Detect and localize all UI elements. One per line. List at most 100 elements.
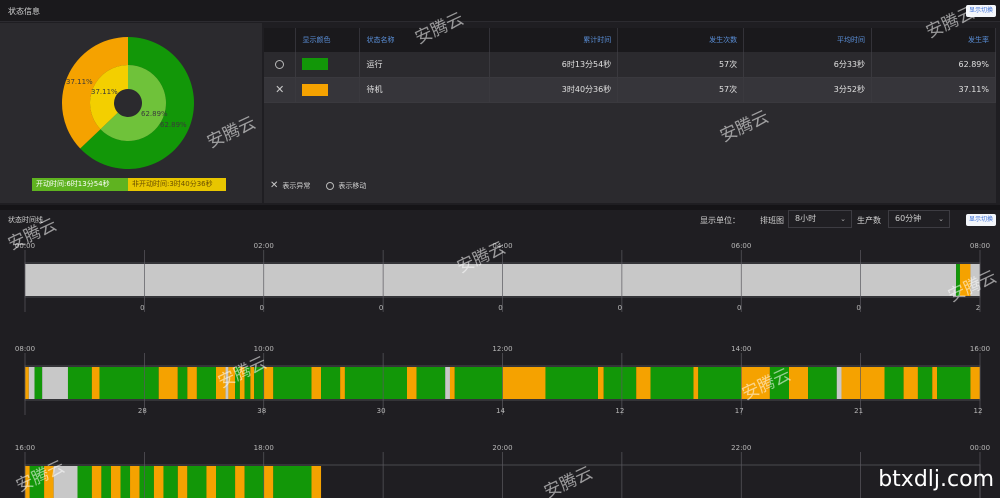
timeline-segment — [53, 466, 78, 498]
time-tick-label: 02:00 — [254, 242, 274, 250]
footer-abnormal-label: 表示异常 — [282, 181, 311, 190]
close-icon[interactable]: ✕ — [275, 83, 284, 96]
timeline-segment — [598, 367, 604, 399]
table-header-row: 显示颜色 状态名称 累计时间 发生次数 平均时间 发生率 — [264, 28, 996, 52]
footer-move-label: 表示移动 — [338, 181, 367, 190]
timeline-segment — [808, 367, 837, 399]
count-label: 30 — [377, 407, 386, 415]
timeline-segment — [28, 367, 35, 399]
timeline-segment — [836, 367, 842, 399]
sort-select-value: 8小时 — [795, 214, 817, 223]
timeline-segment — [340, 367, 345, 399]
timeline-segment — [177, 367, 188, 399]
timeline-segment — [884, 367, 904, 399]
table-footer: ✕ 表示异常 表示移动 — [270, 180, 366, 191]
timeline-segment — [698, 367, 742, 399]
sort-select[interactable]: 8小时 ⌄ — [788, 210, 852, 228]
time-tick-label: 16:00 — [15, 444, 35, 452]
timeline-segment — [741, 367, 770, 399]
table-row[interactable]: ✕ 待机 3时40分36秒 57次 3分52秒 37.11% — [264, 77, 996, 103]
table-row[interactable]: 运行 6时13分54秒 57次 6分33秒 62.89% — [264, 52, 996, 78]
pie-hole — [115, 90, 141, 116]
row-total: 3时40分36秒 — [489, 77, 619, 103]
timeline-segment — [163, 466, 178, 498]
chevron-down-icon: ⌄ — [938, 215, 944, 223]
timeline-segment — [693, 367, 699, 399]
status-toggle-button[interactable]: 显示切换 — [966, 5, 996, 17]
timeline-segment — [177, 466, 188, 498]
timeline-segment — [603, 367, 637, 399]
header-marker — [264, 28, 297, 52]
row-avg: 6分33秒 — [743, 52, 873, 78]
count-label: 0 — [618, 304, 622, 312]
chevron-down-icon: ⌄ — [840, 215, 846, 223]
header-color: 显示颜色 — [295, 28, 361, 52]
time-tick-label: 10:00 — [254, 345, 274, 353]
time-tick-label: 14:00 — [731, 345, 751, 353]
timeline-segment — [636, 367, 651, 399]
header-name: 状态名称 — [359, 28, 491, 52]
time-tick-label: 06:00 — [731, 242, 751, 250]
timeline-segment — [99, 367, 159, 399]
radio-icon[interactable] — [275, 59, 285, 69]
timeline-segment — [502, 367, 546, 399]
time-tick-label: 22:00 — [731, 444, 751, 452]
timeline-row-2: 16:00 18:00 20:00 22:00 00:00 — [15, 444, 990, 498]
count-label: 0 — [140, 304, 144, 312]
pie-panel: 37.11% 37.11% 62.89% 62.89% 开动时间:6时13分54… — [0, 23, 262, 203]
header-count: 发生次数 — [617, 28, 745, 52]
row-color — [295, 77, 361, 103]
timeline-segment — [769, 367, 789, 399]
timeline-segment — [250, 367, 255, 399]
timeline-segment — [216, 367, 226, 399]
timeline-segment — [77, 466, 92, 498]
timeline-segment — [932, 367, 938, 399]
time-tick-label: 08:00 — [15, 345, 35, 353]
timeline-segment — [239, 367, 245, 399]
timeline-segment — [235, 367, 240, 399]
timeline-segment — [650, 367, 694, 399]
timeline-segment — [254, 367, 264, 399]
header-avg: 平均时间 — [743, 28, 873, 52]
timeline-segment — [244, 367, 251, 399]
row-total: 6时13分54秒 — [489, 52, 619, 78]
count-label: 38 — [257, 407, 266, 415]
count-label: 0 — [379, 304, 383, 312]
timeline-segment — [244, 466, 264, 498]
timeline-segment — [91, 466, 102, 498]
time-tick-label: 18:00 — [254, 444, 274, 452]
timeline-segment — [970, 264, 980, 296]
timeline-row-0: 00:00 02:00 04:00 06:00 08:00 0 0 0 0 0 0 0 2 — [15, 242, 990, 312]
row-count: 57次 — [617, 52, 745, 78]
timeline-segment — [187, 367, 197, 399]
timeline-segment — [407, 367, 417, 399]
timeline-title: 状态时间线 — [8, 216, 43, 224]
count-label: 2 — [976, 304, 980, 312]
timeline-segment — [158, 367, 178, 399]
legend-run-time: 开动时间:6时13分54秒 — [32, 178, 128, 191]
row-radio[interactable] — [264, 52, 297, 78]
timeline-segment — [25, 367, 29, 399]
status-table: 显示颜色 状态名称 累计时间 发生次数 平均时间 发生率 运行 6时13分54秒… — [264, 28, 996, 103]
sort-label: 排班图 — [760, 216, 784, 225]
timeline-segment — [903, 367, 918, 399]
count-label: 28 — [138, 407, 147, 415]
timeline-segment — [196, 367, 216, 399]
timeline-toggle-button[interactable]: 显示切换 — [966, 214, 996, 226]
count-label: 0 — [260, 304, 264, 312]
time-tick-label: 20:00 — [492, 444, 512, 452]
timeline-segment — [216, 466, 236, 498]
timeline-segment — [841, 367, 885, 399]
timeline-segment — [937, 367, 971, 399]
timeline-segment — [449, 367, 455, 399]
row-name: 运行 — [359, 52, 491, 78]
timeline-segment — [29, 466, 45, 498]
row-rate: 62.89% — [871, 52, 996, 78]
timeline-segment — [235, 466, 245, 498]
status-info-header: 状态信息 显示切换 — [0, 0, 1000, 22]
count-label: 0 — [737, 304, 741, 312]
timeline-segment — [917, 367, 933, 399]
row-avg: 3分52秒 — [743, 77, 873, 103]
prod-select[interactable]: 60分钟 ⌄ — [888, 210, 950, 228]
row-marker[interactable]: ✕ — [264, 77, 297, 103]
